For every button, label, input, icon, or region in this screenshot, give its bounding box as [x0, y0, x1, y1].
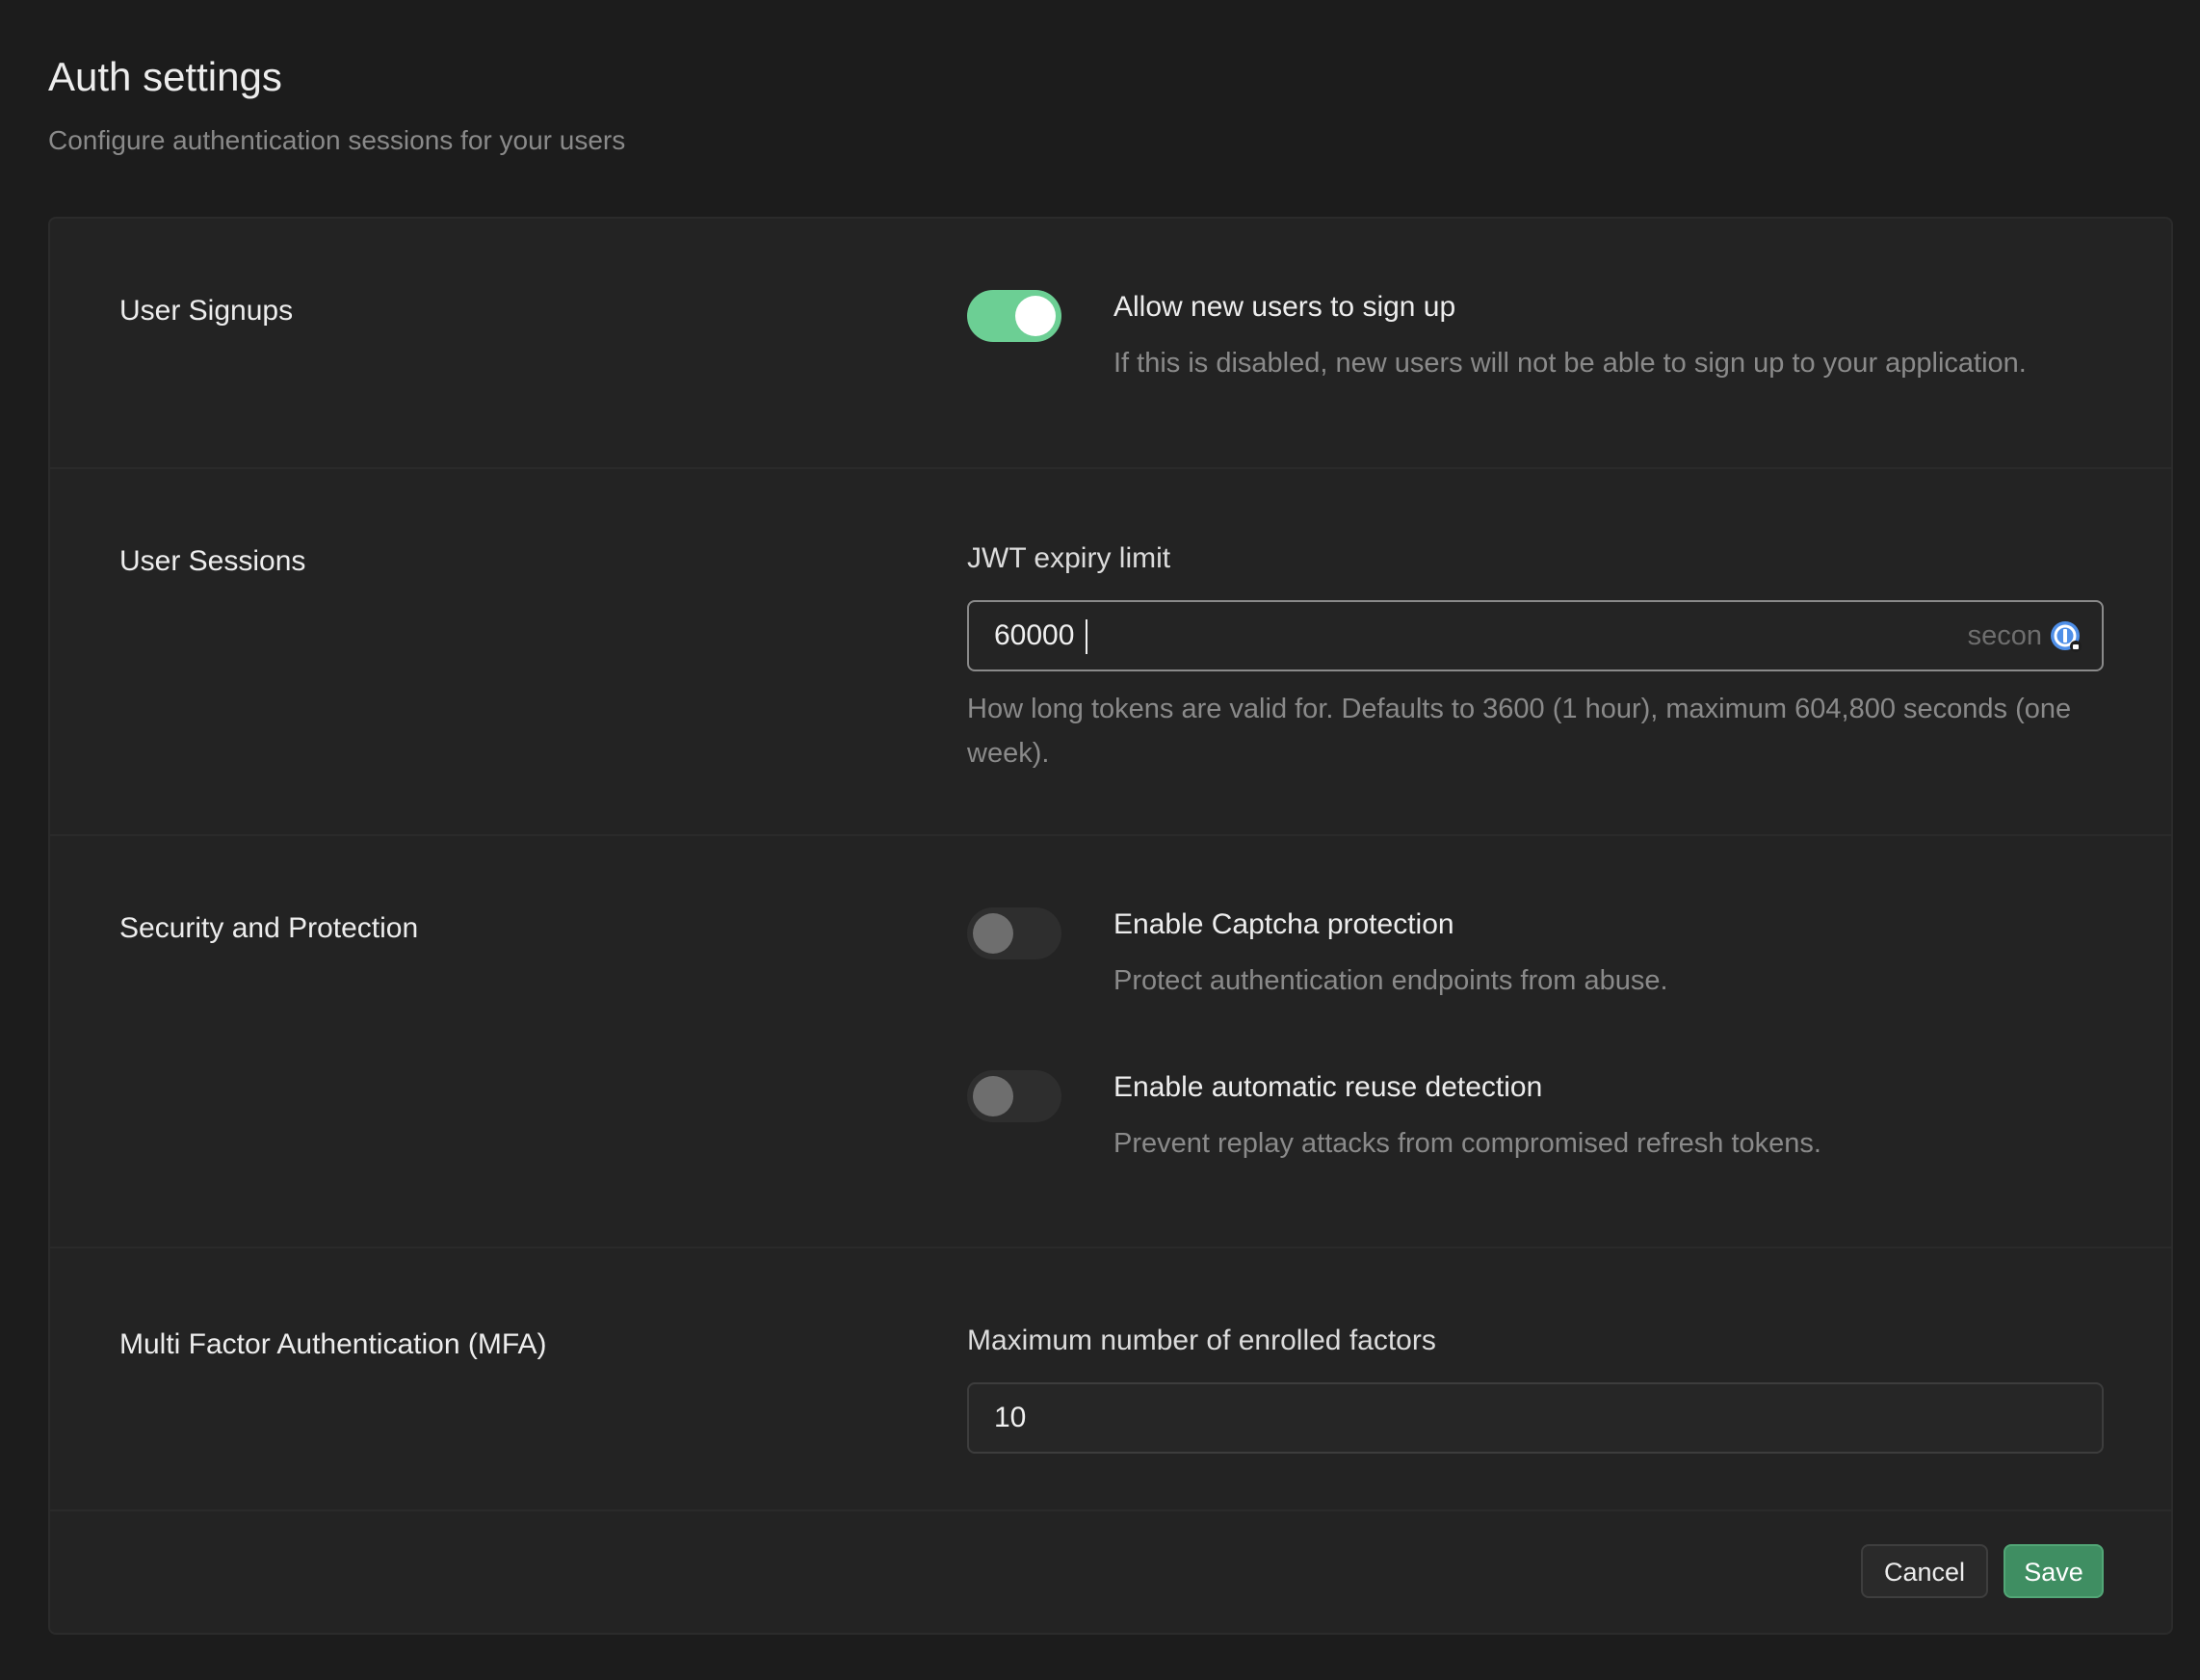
reuse-option-title: Enable automatic reuse detection: [1113, 1071, 1543, 1103]
captcha-option-title: Enable Captcha protection: [1113, 908, 1454, 940]
section-label-security: Security and Protection: [119, 912, 419, 944]
signups-option-text: Allow new users to sign up If this is di…: [1113, 288, 2104, 382]
section-user-sessions: User Sessions JWT expiry limit secon How…: [50, 469, 2171, 836]
mfa-max-factors-input[interactable]: [994, 1384, 1861, 1452]
section-label-user-signups: User Signups: [119, 295, 294, 327]
reuse-option-desc: Prevent replay attacks from compromised …: [1113, 1128, 1821, 1159]
captcha-option: Enable Captcha protection Protect authen…: [967, 906, 2104, 1031]
signups-option: Allow new users to sign up If this is di…: [967, 288, 2104, 413]
captcha-toggle[interactable]: [967, 907, 1061, 959]
page-subtitle: Configure authentication sessions for yo…: [48, 125, 626, 155]
reuse-option-text: Enable automatic reuse detection Prevent…: [1113, 1068, 2104, 1163]
mfa-max-factors-label: Maximum number of enrolled factors: [967, 1325, 1436, 1356]
section-label-mfa: Multi Factor Authentication (MFA): [119, 1328, 547, 1360]
jwt-expiry-help: How long tokens are valid for. Defaults …: [967, 694, 2072, 769]
sessions-field: JWT expiry limit secon How long tokens a…: [967, 469, 2104, 836]
jwt-expiry-label: JWT expiry limit: [967, 542, 1171, 574]
section-user-signups: User Signups Allow new users to sign up …: [50, 219, 2171, 469]
jwt-expiry-input[interactable]: [994, 602, 1861, 669]
captcha-option-desc: Protect authentication endpoints from ab…: [1113, 965, 1668, 996]
jwt-expiry-unit: secon: [1967, 620, 2042, 651]
settings-card: User Signups Allow new users to sign up …: [48, 217, 2173, 1635]
section-security: Security and Protection Enable Captcha p…: [50, 836, 2171, 1248]
toggle-knob: [973, 913, 1013, 954]
cancel-button[interactable]: Cancel: [1861, 1544, 1988, 1598]
signups-option-title: Allow new users to sign up: [1113, 291, 1456, 323]
reuse-detection-toggle[interactable]: [967, 1070, 1061, 1122]
page-header: Auth settings Configure authentication s…: [48, 48, 625, 160]
mfa-max-factors-input-box[interactable]: [967, 1382, 2104, 1454]
signups-option-desc: If this is disabled, new users will not …: [1113, 348, 2027, 379]
password-manager-icon[interactable]: [2050, 620, 2082, 653]
toggle-knob: [973, 1076, 1013, 1116]
mfa-field: Maximum number of enrolled factors: [967, 1248, 2104, 1511]
page-title: Auth settings: [48, 54, 282, 99]
card-footer: Cancel Save: [50, 1509, 2171, 1633]
jwt-expiry-input-box[interactable]: secon: [967, 600, 2104, 671]
text-caret: [1086, 619, 1087, 654]
signups-toggle[interactable]: [967, 290, 1061, 342]
section-label-user-sessions: User Sessions: [119, 545, 306, 577]
reuse-option: Enable automatic reuse detection Prevent…: [967, 1068, 2104, 1194]
toggle-knob: [1015, 296, 1056, 336]
save-button[interactable]: Save: [2004, 1544, 2104, 1598]
captcha-option-text: Enable Captcha protection Protect authen…: [1113, 906, 2104, 1000]
section-mfa: Multi Factor Authentication (MFA) Maximu…: [50, 1248, 2171, 1511]
